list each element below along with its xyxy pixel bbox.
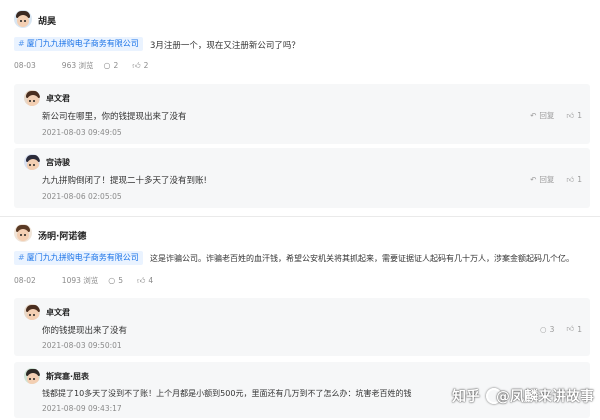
avatar[interactable] — [24, 368, 40, 384]
reply-author[interactable]: 斯宾塞·屈表 — [46, 371, 89, 382]
company-tag[interactable]: # 厦门九九拼购电子商务有限公司 — [14, 251, 143, 265]
like-button[interactable]: 👍︎ 1 — [566, 111, 582, 121]
comment-icon: ○ — [103, 61, 111, 70]
post-divider — [0, 216, 600, 217]
comment-button[interactable]: ○ 2 — [104, 61, 119, 70]
post-views: 1093 浏览 — [61, 276, 99, 285]
post-author[interactable]: 汤明·阿诺德 — [38, 229, 86, 242]
avatar[interactable] — [24, 90, 40, 106]
reply-time: 2021-08-03 09:50:01 — [42, 341, 122, 350]
reply-icon: ↶ — [530, 111, 537, 120]
comment-icon: ○ — [540, 324, 547, 334]
reply-icon: ↶ — [530, 175, 537, 184]
post-date: 08-03 — [14, 61, 36, 70]
hash-icon: # — [18, 39, 25, 48]
thumbs-up-icon: 👍︎ — [566, 110, 575, 120]
comment-button[interactable]: ○ 3 — [540, 325, 554, 334]
reply-text: 钱都提了10多天了没到不了账！上个月都是小额到500元，里面还有几万到不了怎么办… — [42, 389, 412, 398]
avatar[interactable] — [14, 224, 32, 242]
reply-time: 2021-08-06 02:05:05 — [42, 192, 122, 201]
like-button[interactable]: 👍︎ 1 — [566, 175, 582, 185]
hash-icon: # — [18, 253, 25, 262]
reply-item: 卓文君 新公司在哪里，你的钱提现出来了没有 2021-08-03 09:49:0… — [14, 84, 590, 144]
thumbs-up-icon: 👍︎ — [566, 174, 575, 184]
company-tag-label: 厦门九九拼购电子商务有限公司 — [26, 253, 139, 262]
reply-item: 宫诗骏 九九拼购倒闭了！提现二十多天了没有到账! 2021-08-06 02:0… — [14, 148, 590, 208]
like-button[interactable]: 👍︎ 2 — [132, 61, 148, 71]
thumbs-up-icon: 👍︎ — [132, 60, 141, 70]
post-date: 08-02 — [14, 276, 36, 285]
reply-button[interactable]: ↶ 回复 — [530, 110, 554, 121]
watermark-user: @凤麟来讲故事 — [496, 389, 594, 405]
reply-button[interactable]: ↶ 回复 — [530, 174, 554, 185]
watermark-site: 知乎 — [452, 389, 480, 405]
company-tag-label: 厦门九九拼购电子商务有限公司 — [26, 39, 139, 48]
post-meta: 08-03 963 浏览 ○ 2 👍︎ 2 — [14, 60, 148, 71]
post-author[interactable]: 胡昊 — [38, 14, 56, 27]
like-button[interactable]: 👍︎ 4 — [137, 276, 153, 286]
avatar[interactable] — [14, 10, 32, 28]
thumbs-up-icon: 👍︎ — [566, 324, 575, 333]
company-tag[interactable]: # 厦门九九拼购电子商务有限公司 — [14, 37, 143, 51]
post-text: 3月注册一个，现在又注册新公司了吗？ — [150, 41, 300, 51]
reply-item: 卓文君 你的钱提现出来了没有 2021-08-03 09:50:01 ○ 3 👍︎… — [14, 298, 590, 356]
reply-text: 九九拼购倒闭了！提现二十多天了没有到账! — [42, 176, 207, 186]
comment-button[interactable]: ○ 5 — [108, 276, 123, 285]
like-button[interactable]: 👍︎ 1 — [566, 324, 582, 334]
reply-author[interactable]: 卓文君 — [46, 307, 70, 318]
reply-text: 你的钱提现出来了没有 — [42, 326, 128, 336]
reply-time: 2021-08-09 09:43:17 — [42, 404, 122, 413]
thumbs-up-icon: 👍︎ — [137, 275, 146, 285]
post-views: 963 浏览 — [61, 61, 94, 70]
reply-time: 2021-08-03 09:49:05 — [42, 128, 122, 137]
reply-author[interactable]: 卓文君 — [46, 93, 70, 104]
reply-text: 新公司在哪里，你的钱提现出来了没有 — [42, 112, 187, 122]
post-meta: 08-02 1093 浏览 ○ 5 👍︎ 4 — [14, 275, 153, 286]
avatar[interactable] — [24, 154, 40, 170]
post-text: 这是诈骗公司。诈骗老百姓的血汗钱，希望公安机关将其抓起来，需要证据证人起码有几十… — [150, 254, 574, 263]
reply-author[interactable]: 宫诗骏 — [46, 157, 70, 168]
comment-icon: ○ — [108, 276, 116, 285]
avatar[interactable] — [24, 304, 40, 320]
